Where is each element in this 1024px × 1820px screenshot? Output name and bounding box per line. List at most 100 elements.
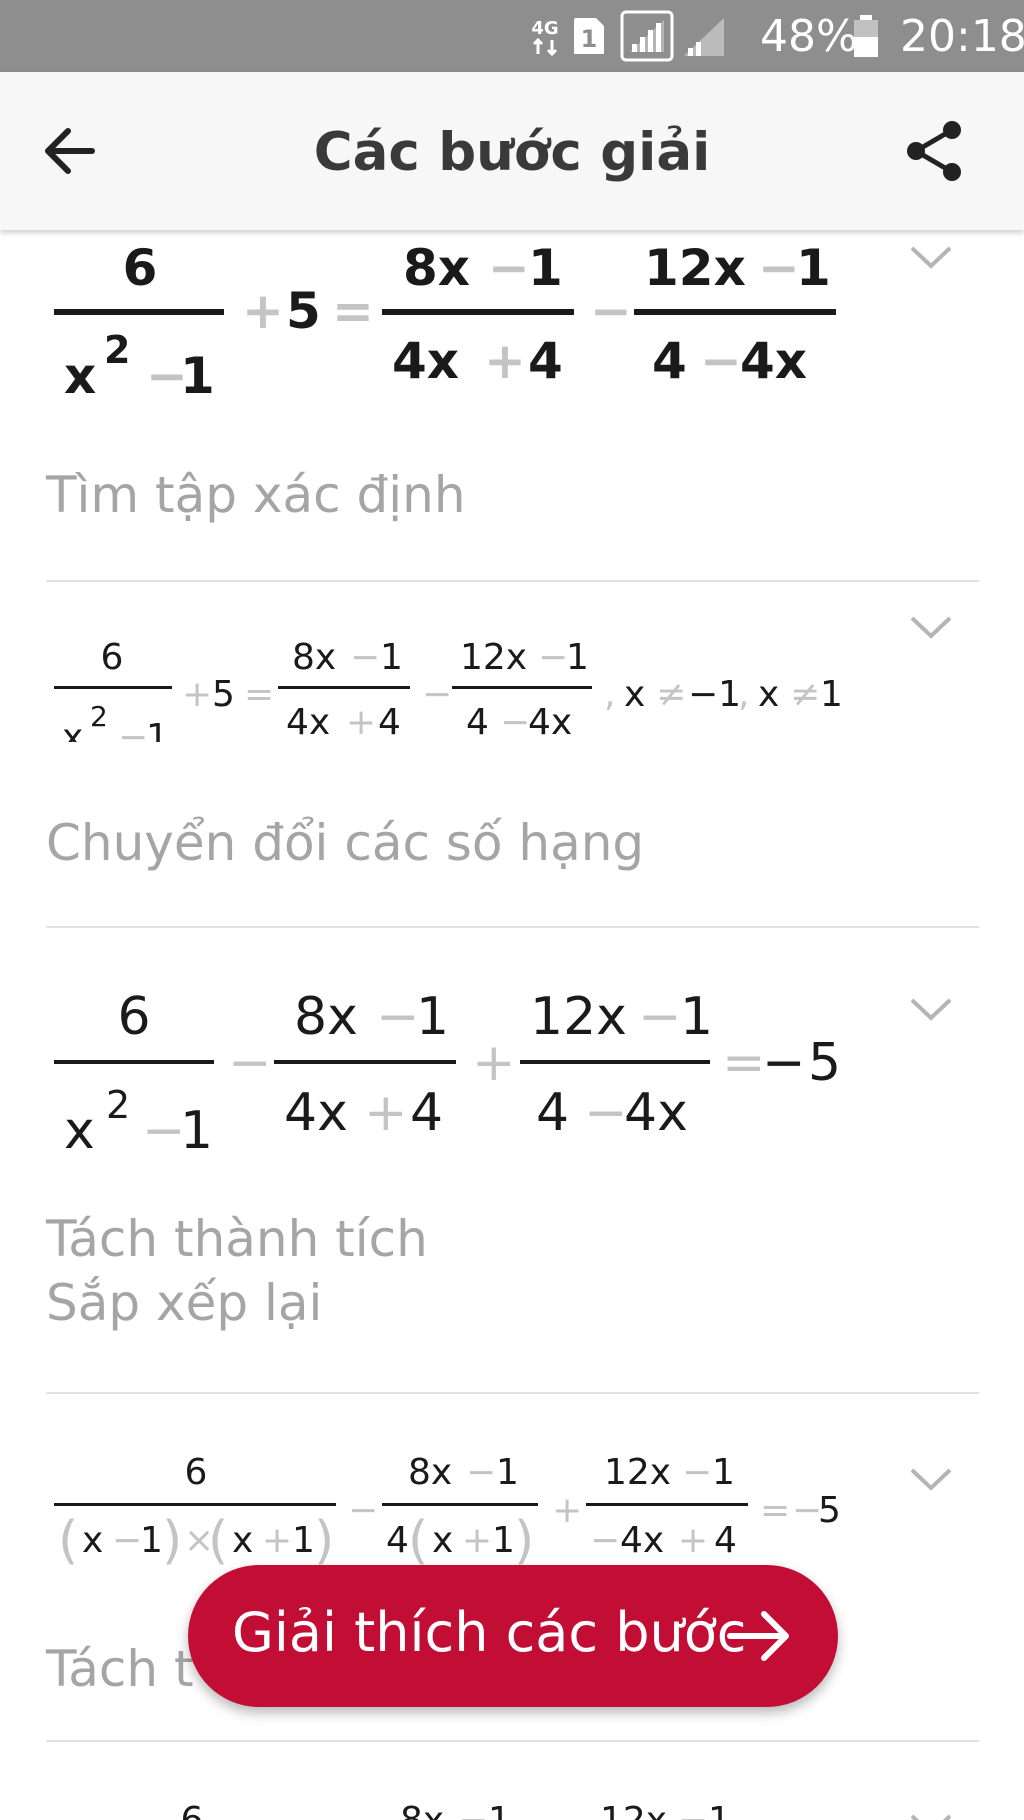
svg-text:=: = [760, 1490, 790, 1531]
step-3-equation: 6 x 2 − 1 − 8x − 1 4x + 4 + 12x − 1 4 − … [54, 987, 841, 1161]
svg-text:8x: 8x [292, 637, 336, 678]
svg-text:4x: 4x [392, 332, 459, 390]
svg-text:−: − [590, 1520, 620, 1561]
svg-text:4: 4 [652, 332, 687, 390]
svg-text:4: 4 [466, 702, 489, 742]
svg-text:−: − [678, 1800, 708, 1820]
svg-text:+: + [364, 1083, 408, 1143]
svg-text:4x: 4x [528, 702, 572, 742]
share-button[interactable] [900, 116, 970, 186]
sim-icon: 1 [572, 0, 606, 72]
clock: 20:18 [900, 10, 1024, 62]
svg-text:1: 1 [496, 1452, 519, 1493]
svg-text:12x: 12x [460, 637, 527, 678]
svg-text:x: x [758, 674, 779, 715]
svg-text:4x: 4x [620, 1520, 664, 1561]
svg-text:6: 6 [101, 637, 124, 678]
svg-text:−: − [376, 987, 420, 1047]
svg-text:5: 5 [286, 282, 321, 340]
svg-text:1: 1 [180, 347, 215, 405]
svg-text:+: + [552, 1490, 582, 1531]
chevron-down-icon[interactable] [908, 994, 954, 1024]
network-type-icon: 4G [528, 0, 562, 72]
svg-text:+: + [262, 1520, 292, 1561]
svg-text:=: = [332, 282, 374, 340]
svg-text:−: − [762, 1033, 806, 1093]
svg-text:12x: 12x [530, 987, 627, 1047]
svg-text:1: 1 [492, 1520, 515, 1561]
step-4-label: Tách t [46, 1640, 194, 1698]
svg-text:1: 1 [146, 717, 169, 742]
signal-icon-1 [620, 0, 674, 72]
svg-text:): ) [514, 1511, 534, 1571]
svg-text:12x: 12x [600, 1800, 667, 1820]
chevron-down-icon[interactable] [908, 1464, 954, 1494]
step-1[interactable]: 6 x 2 − 1 + 5 = 8x − 1 4x + 4 − 12x − 1 [0, 230, 1024, 582]
svg-text:−: − [350, 637, 380, 678]
divider [46, 1740, 979, 1742]
step-2-equation: 6 x 2 − 1 + 5 = 8x − 1 4x + 4 − 12x − 1 [54, 637, 843, 742]
explain-steps-button[interactable]: Giải thích các bước [188, 1565, 838, 1707]
chevron-down-icon[interactable] [908, 1810, 954, 1820]
svg-text:1: 1 [581, 25, 598, 53]
svg-text:1: 1 [180, 1101, 213, 1161]
svg-text:,: , [738, 674, 749, 715]
step-1-label: Tìm tập xác định [46, 466, 466, 524]
svg-text:1: 1 [566, 637, 589, 678]
svg-text:+: + [678, 1520, 708, 1561]
svg-text:+: + [346, 702, 376, 742]
svg-text:4x: 4x [624, 1083, 688, 1143]
svg-text:x: x [432, 1520, 453, 1561]
svg-text:−: − [538, 637, 568, 678]
svg-text:−: − [228, 1033, 272, 1093]
svg-text:8x: 8x [294, 987, 358, 1047]
step-2[interactable]: 6 x 2 − 1 + 5 = 8x − 1 4x + 4 − 12x − 1 [0, 582, 1024, 930]
step-5[interactable]: 6 8x − 1 12x − 1 [0, 1744, 1024, 1820]
svg-text:x: x [232, 1520, 253, 1561]
svg-text:−: − [700, 332, 742, 390]
svg-text:4: 4 [528, 332, 563, 390]
svg-text:−: − [584, 1083, 628, 1143]
svg-text:6: 6 [123, 239, 158, 297]
svg-text:5: 5 [212, 674, 235, 715]
svg-text:12x: 12x [604, 1452, 671, 1493]
svg-text:−: − [466, 1452, 496, 1493]
svg-text:): ) [162, 1511, 182, 1571]
svg-text:+: + [484, 332, 526, 390]
svg-text:1: 1 [140, 1520, 163, 1561]
svg-text:,: , [604, 674, 615, 715]
divider [46, 1392, 979, 1394]
explain-steps-label: Giải thích các bước [232, 1601, 747, 1664]
svg-text:4: 4 [378, 702, 401, 742]
svg-text:1: 1 [528, 239, 563, 297]
chevron-down-icon[interactable] [908, 242, 954, 272]
svg-text:1: 1 [380, 637, 403, 678]
svg-text:x: x [64, 1101, 95, 1161]
svg-text:+: + [462, 1520, 492, 1561]
status-bar: 4G 1 48% 20:18 [0, 0, 1024, 72]
svg-text:4: 4 [386, 1520, 409, 1561]
svg-text:2: 2 [104, 328, 130, 372]
step-5-equation: 6 8x − 1 12x − 1 [181, 1800, 731, 1820]
svg-text:4: 4 [536, 1083, 569, 1143]
svg-text:−: − [488, 239, 530, 297]
svg-text:8x: 8x [400, 1800, 444, 1820]
svg-text:6: 6 [185, 1452, 208, 1493]
svg-text:1: 1 [680, 987, 713, 1047]
svg-text:(: ( [208, 1511, 228, 1571]
svg-text:4x: 4x [286, 702, 330, 742]
svg-text:=: = [722, 1033, 766, 1093]
chevron-down-icon[interactable] [908, 612, 954, 642]
svg-text:1: 1 [712, 1452, 735, 1493]
svg-text:≠: ≠ [790, 674, 820, 715]
step-3[interactable]: 6 x 2 − 1 − 8x − 1 4x + 4 + 12x − 1 4 − … [0, 930, 1024, 1396]
divider [46, 926, 979, 928]
step-1-equation: 6 x 2 − 1 + 5 = 8x − 1 4x + 4 − 12x − 1 [54, 239, 836, 405]
svg-text:1: 1 [708, 1800, 731, 1820]
svg-text:x: x [82, 1520, 103, 1561]
signal-icon-2 [682, 0, 726, 72]
app-bar: Các bước giải [0, 72, 1024, 230]
svg-text:−: − [638, 987, 682, 1047]
svg-text:=: = [244, 674, 274, 715]
svg-text:6: 6 [181, 1800, 204, 1820]
